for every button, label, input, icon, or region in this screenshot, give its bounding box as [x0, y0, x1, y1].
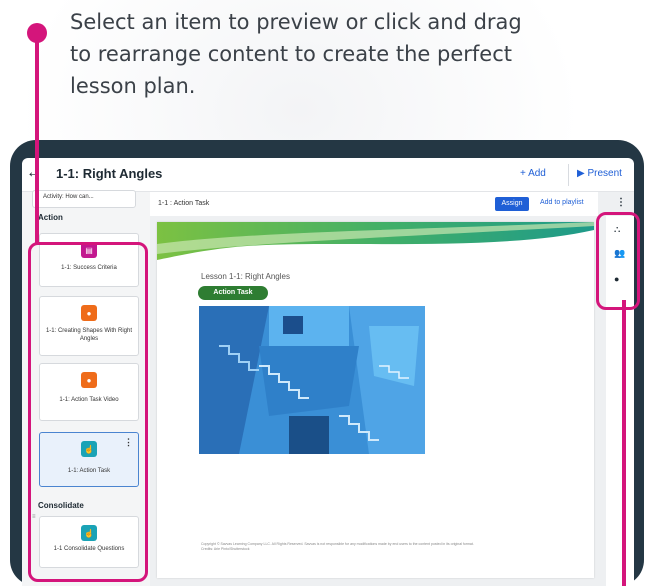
top-bar: ← 1-1: Right Angles + Add ▶ Present — [22, 158, 634, 192]
header-wave-graphic — [157, 222, 594, 260]
section-label-action: Action — [38, 213, 63, 222]
breadcrumb: 1-1 : Action Task — [158, 200, 210, 207]
instruction-line-1: Select an item to preview or click and d… — [70, 10, 522, 34]
callout-line-left — [35, 40, 39, 245]
divider — [568, 164, 569, 186]
page-title: 1-1: Right Angles — [56, 166, 163, 181]
stairs-illustration — [199, 306, 425, 454]
add-to-playlist-link[interactable]: Add to playlist — [540, 199, 584, 206]
highlight-tools — [596, 212, 640, 310]
document-preview: Lesson 1-1: Right Angles Action Task Cop… — [157, 222, 594, 578]
highlight-sidebar — [28, 242, 148, 582]
assign-button[interactable]: Assign — [495, 197, 529, 211]
back-arrow-icon[interactable]: ← — [26, 164, 42, 182]
lesson-heading: Lesson 1-1: Right Angles — [201, 272, 290, 281]
present-button[interactable]: ▶ Present — [577, 168, 622, 179]
instruction-text: Select an item to preview or click and d… — [70, 6, 630, 102]
preview-header: 1-1 : Action Task Assign Add to playlist — [150, 192, 598, 216]
action-task-pill: Action Task — [198, 286, 268, 300]
callout-line-right — [622, 300, 626, 586]
add-button[interactable]: + Add — [520, 168, 546, 179]
credits-line: Credits: Arie Pinto/Shutterstock — [201, 547, 250, 551]
instruction-line-3: lesson plan. — [70, 74, 196, 98]
preview-pane: 1-1 : Action Task Assign Add to playlist… — [150, 192, 634, 586]
previous-item-card[interactable]: Activity: How can... — [32, 190, 136, 208]
more-options-icon[interactable]: ⋮ — [616, 197, 626, 208]
copyright-footer: Copyright © Savvas Learning Company LLC.… — [201, 542, 521, 552]
instruction-line-2: to rearrange content to create the perfe… — [70, 42, 513, 66]
